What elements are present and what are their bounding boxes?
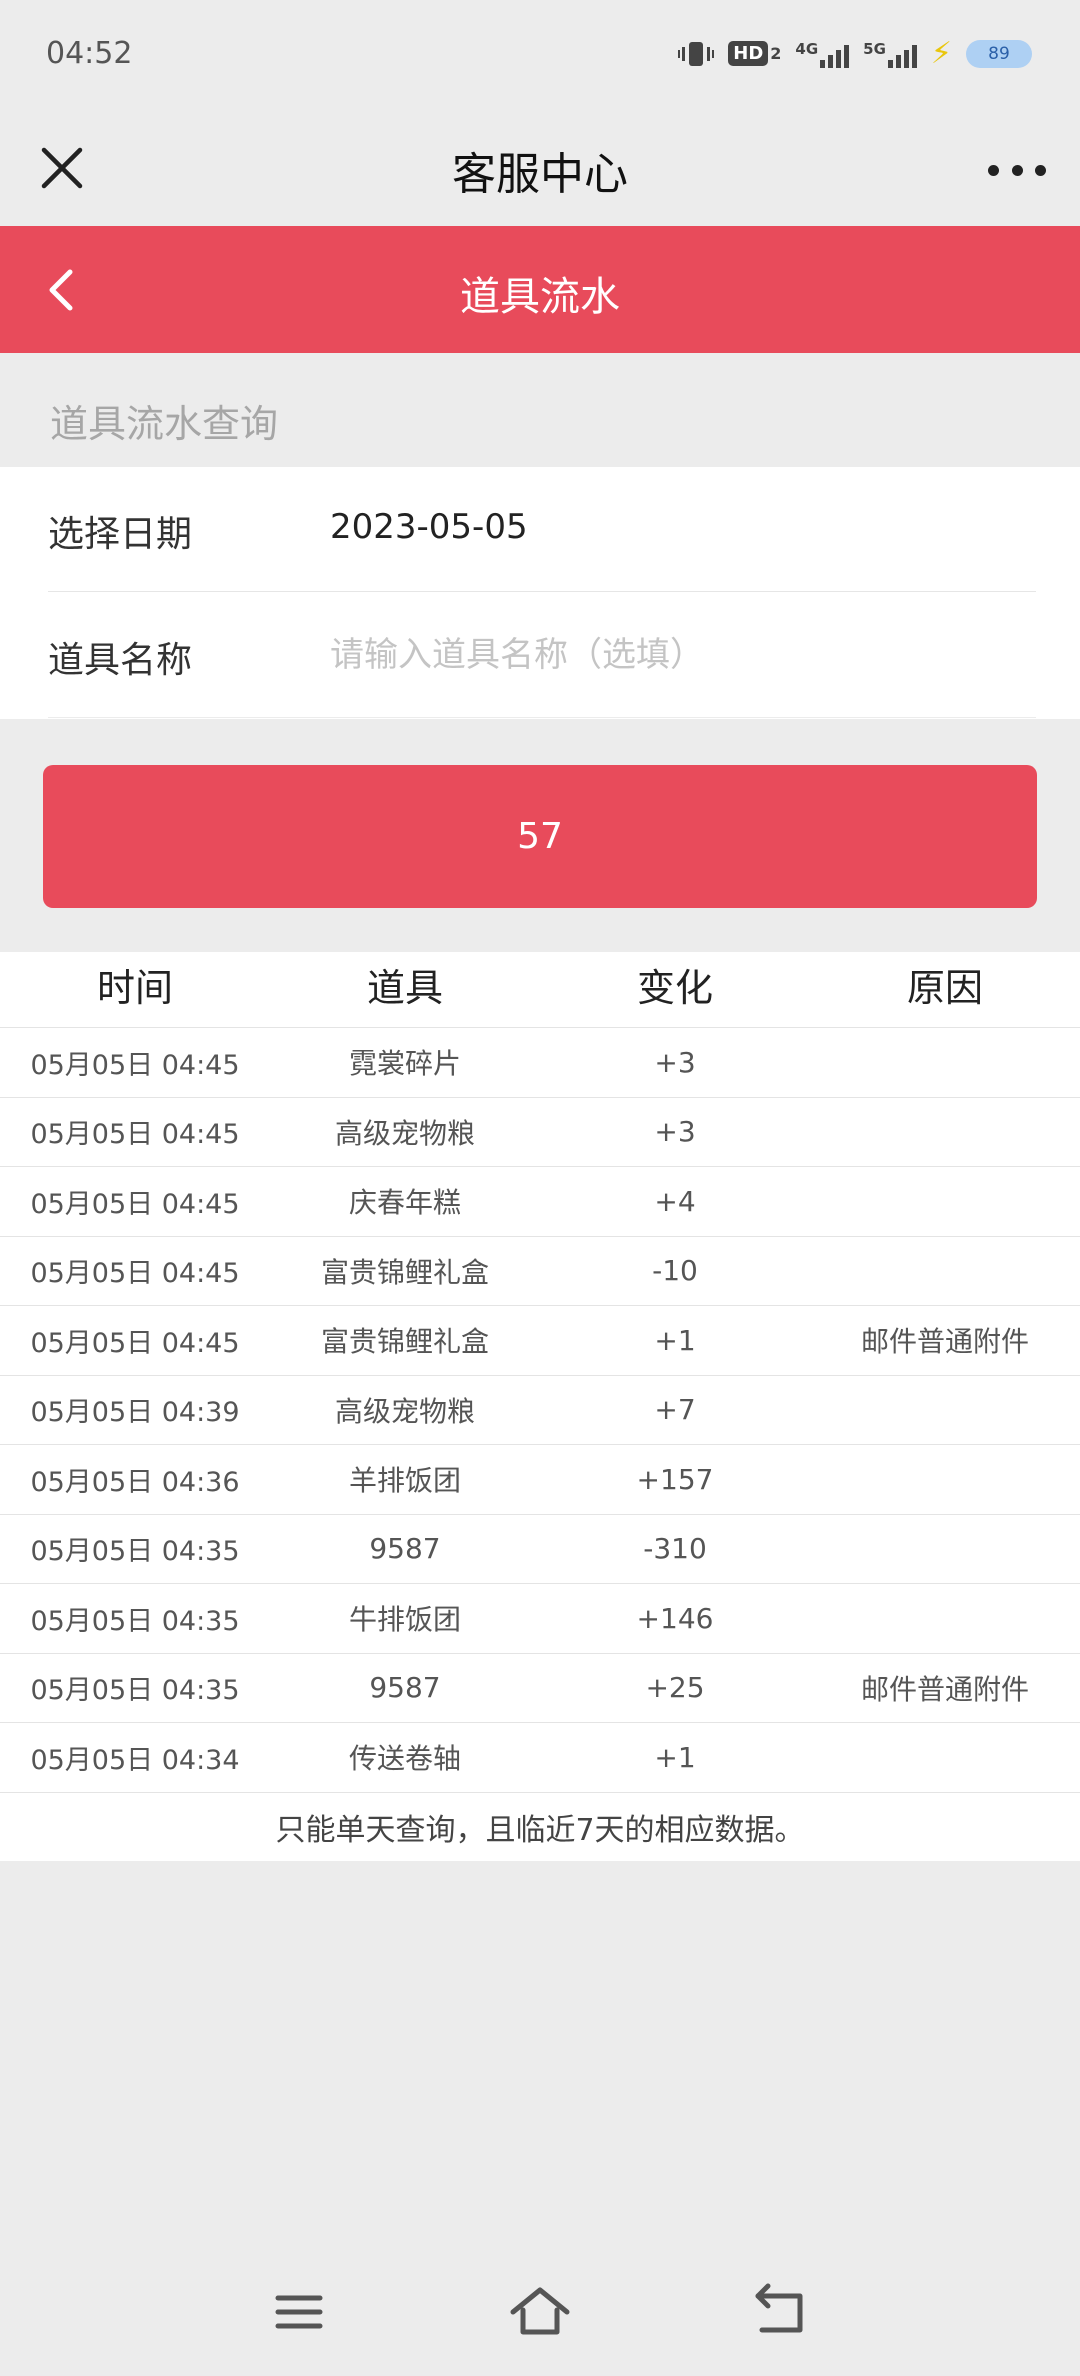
hd-label: HD (728, 41, 769, 66)
more-icon (988, 164, 999, 176)
battery-level: 89 (988, 43, 1010, 64)
cell-time: 05月05日 04:45 (30, 1119, 240, 1151)
cell-item: 9587 (369, 1532, 441, 1566)
signal-4g-icon: 4G (795, 39, 850, 68)
item-label: 道具名称 (48, 640, 193, 681)
cell-change: +146 (636, 1601, 714, 1635)
home-icon (510, 2287, 570, 2335)
cell-change: +7 (654, 1393, 696, 1427)
status-bar: 04:52 HD 2 4G 5G ⚡ 89 (0, 0, 1080, 110)
table-row: 05月05日 04:45 高级宠物粮 +3 (0, 1098, 1080, 1167)
hd-sub: 2 (770, 44, 782, 63)
cell-change: +1 (654, 1323, 696, 1357)
cell-reason: 邮件普通附件 (860, 1325, 1029, 1359)
cell-time: 05月05日 04:45 (30, 1188, 240, 1220)
date-picker[interactable]: 2023-05-05 (330, 507, 528, 547)
records-table: 时间 道具 变化 原因 05月05日 04:45 霓裳碎片 +3 05月05日 04:… (0, 952, 1080, 1861)
table-body: 05月05日 04:45 霓裳碎片 +3 05月05日 04:45 高级宠物粮 +3 05月… (0, 1028, 1080, 1793)
cell-time: 05月05日 04:36 (30, 1466, 240, 1498)
cell-item: 高级宠物粮 (334, 1116, 475, 1150)
cell-change: +4 (654, 1184, 696, 1218)
header-item: 道具 (366, 966, 443, 1010)
cell-time: 05月05日 04:39 (30, 1397, 240, 1429)
table-row: 05月05日 04:35 9587 +25 邮件普通附件 (0, 1654, 1080, 1723)
header-bar: 道具流水 (0, 226, 1080, 353)
cell-change: -310 (643, 1532, 707, 1566)
cell-change: +3 (654, 1045, 696, 1079)
query-note: 只能单天查询，且临近7天的相应数据。 (275, 1812, 805, 1848)
date-row[interactable]: 选择日期 2023-05-05 (48, 467, 1036, 592)
cell-time: 05月05日 04:45 (30, 1049, 240, 1081)
status-icons: HD 2 4G 5G ⚡ 89 (678, 36, 1032, 71)
item-name-input[interactable] (330, 623, 1030, 687)
more-button[interactable] (982, 140, 1052, 200)
signal-5g-icon: 5G (863, 40, 917, 68)
cell-item: 富贵锦鲤礼盒 (320, 1255, 489, 1289)
nav-back-button[interactable] (748, 2280, 818, 2344)
cell-item: 牛排饭团 (348, 1603, 461, 1637)
table-row: 05月05日 04:45 富贵锦鲤礼盒 +1 邮件普通附件 (0, 1306, 1080, 1376)
network-1-label: 4G (795, 39, 819, 58)
table-row: 05月05日 04:45 富贵锦鲤礼盒 -10 (0, 1237, 1080, 1306)
header-title: 道具流水 (460, 274, 620, 320)
cell-item: 传送卷轴 (348, 1742, 461, 1776)
cell-change: -10 (652, 1254, 698, 1288)
query-form: 选择日期 2023-05-05 道具名称 (0, 467, 1080, 719)
cell-reason: 邮件普通附件 (860, 1672, 1029, 1706)
cell-item: 庆春年糕 (348, 1186, 461, 1220)
cell-change: +25 (645, 1671, 705, 1705)
table-row: 05月05日 04:36 羊排饭团 +157 (0, 1445, 1080, 1515)
battery-icon: 89 (966, 39, 1032, 68)
cell-item: 富贵锦鲤礼盒 (320, 1325, 489, 1359)
back-icon (755, 2283, 803, 2333)
menu-icon (275, 2295, 323, 2329)
title-bar: 客服中心 (0, 110, 1080, 226)
cell-time: 05月05日 04:35 (30, 1605, 240, 1637)
network-2-label: 5G (863, 39, 886, 58)
page-title: 客服中心 (452, 149, 628, 200)
section-label: 道具流水查询 (50, 402, 279, 446)
status-time: 04:52 (46, 36, 133, 71)
cell-item: 高级宠物粮 (334, 1394, 475, 1428)
cell-change: +3 (654, 1115, 696, 1149)
table-row: 05月05日 04:45 霓裳碎片 +3 (0, 1028, 1080, 1098)
cell-time: 05月05日 04:35 (30, 1536, 240, 1568)
charging-icon: ⚡ (930, 36, 952, 71)
header-reason: 原因 (906, 966, 983, 1010)
item-row: 道具名称 (48, 593, 1036, 718)
table-row: 05月05日 04:39 高级宠物粮 +7 (0, 1376, 1080, 1445)
nav-home-button[interactable] (505, 2280, 575, 2344)
cell-time: 05月05日 04:45 (30, 1258, 240, 1290)
hd-icon: HD 2 (728, 41, 781, 66)
cell-time: 05月05日 04:34 (30, 1744, 240, 1776)
table-row: 05月05日 04:34 传送卷轴 +1 (0, 1723, 1080, 1793)
cell-time: 05月05日 04:35 (30, 1675, 240, 1707)
table-row: 05月05日 04:45 庆春年糕 +4 (0, 1167, 1080, 1237)
header-time: 时间 (96, 966, 173, 1010)
nav-menu-button[interactable] (264, 2280, 334, 2344)
cell-change: +1 (654, 1740, 696, 1774)
table-row: 05月05日 04:35 9587 -310 (0, 1515, 1080, 1584)
table-row: 05月05日 04:35 牛排饭团 +146 (0, 1584, 1080, 1654)
vibrate-icon (678, 39, 715, 69)
cell-item: 霓裳碎片 (348, 1047, 461, 1081)
navigation-bar (0, 2250, 1080, 2376)
cell-time: 05月05日 04:45 (30, 1327, 240, 1359)
cell-item: 9587 (369, 1671, 441, 1705)
cell-change: +157 (636, 1462, 714, 1496)
date-label: 选择日期 (48, 514, 193, 555)
table-header: 时间 道具 变化 原因 (0, 952, 1080, 1028)
header-change: 变化 (636, 966, 713, 1010)
cell-item: 羊排饭团 (348, 1464, 461, 1498)
query-button[interactable]: 57 (43, 765, 1037, 908)
